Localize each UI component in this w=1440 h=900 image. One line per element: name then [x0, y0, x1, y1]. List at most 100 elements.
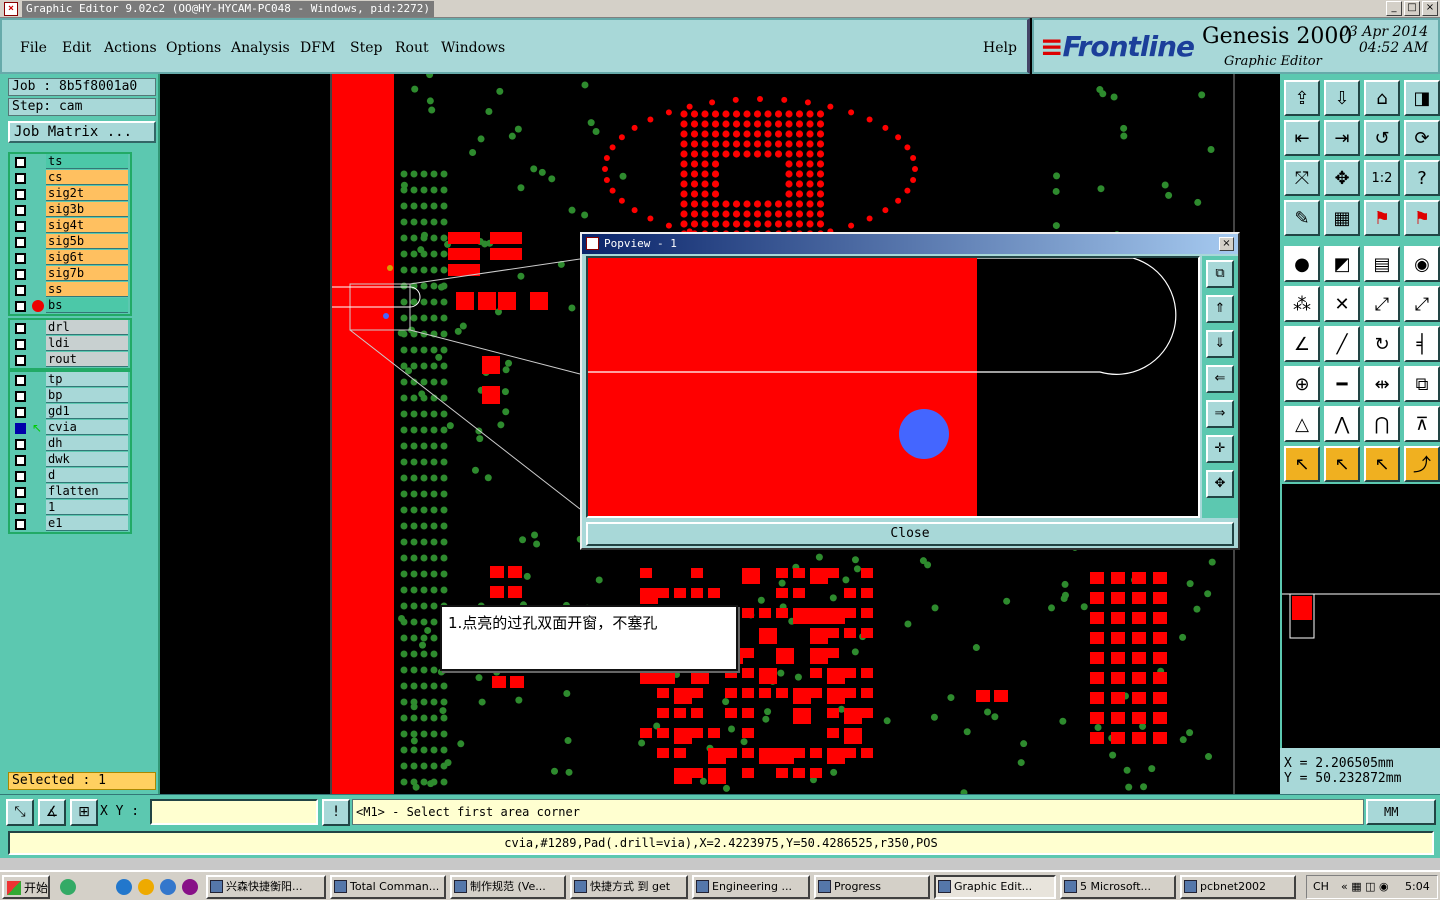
redo-icon[interactable]: ⟳	[1404, 120, 1440, 156]
edit-tool-icon[interactable]: ✎	[1284, 200, 1320, 236]
layer-name[interactable]: sig7b	[46, 266, 128, 281]
taskbar-task[interactable]: 快捷方式 到 get	[570, 875, 688, 899]
layer-row[interactable]: ldi	[10, 336, 130, 352]
zoom-extent-icon[interactable]: ⤧	[1284, 160, 1320, 196]
layer-checkbox[interactable]	[15, 487, 26, 498]
snap-home-icon[interactable]: ⇪	[1284, 80, 1320, 116]
layer-row[interactable]: sig2t	[10, 186, 130, 202]
layer-row[interactable]: cs	[10, 170, 130, 186]
layer-row[interactable]: ts	[10, 154, 130, 170]
popview-canvas[interactable]	[586, 256, 1200, 518]
clock-icon[interactable]	[138, 879, 154, 895]
popview-pan-left-icon[interactable]: ⇐	[1206, 365, 1234, 393]
ime-indicator[interactable]: CH	[1313, 876, 1329, 898]
layer-checkbox[interactable]	[15, 407, 26, 418]
layer-flag-alt-icon[interactable]: ⚑	[1404, 200, 1440, 236]
layer-row[interactable]: gd1	[10, 404, 130, 420]
line-icon[interactable]: ╱	[1324, 326, 1360, 362]
layer-checkbox[interactable]	[15, 173, 26, 184]
layer-name[interactable]: dh	[46, 436, 128, 451]
layer-name[interactable]: sig2t	[46, 186, 128, 201]
layer-name[interactable]: drl	[46, 320, 128, 335]
close-button[interactable]: ×	[1422, 1, 1438, 16]
layer-row[interactable]: rout	[10, 352, 130, 368]
layer-row[interactable]: sig6t	[10, 250, 130, 266]
menu-help[interactable]: Help	[983, 40, 1017, 56]
scale-icon[interactable]: 1:2	[1364, 160, 1400, 196]
select-net-icon[interactable]: ⤴	[1404, 446, 1440, 482]
layer-name[interactable]: ldi	[46, 336, 128, 351]
pad-icon[interactable]: ●	[1284, 246, 1320, 282]
layer-checkbox[interactable]	[15, 503, 26, 514]
popview-zoom-in-icon[interactable]: ✛	[1206, 435, 1234, 463]
layer-row[interactable]: sig3b	[10, 202, 130, 218]
delete-icon[interactable]: ✕	[1324, 286, 1360, 322]
snap-down-icon[interactable]: ⇩	[1324, 80, 1360, 116]
grid-icon[interactable]: ⊞	[70, 799, 98, 826]
ruler-icon[interactable]: ▤	[1364, 246, 1400, 282]
zoom-area-icon[interactable]: ⤡	[6, 799, 34, 826]
layer-row[interactable]: ss	[10, 282, 130, 298]
layer-name[interactable]: bp	[46, 388, 128, 403]
layer-name[interactable]: flatten	[46, 484, 128, 499]
distance-icon[interactable]: ⇹	[1364, 366, 1400, 402]
taskbar-task[interactable]: pcbnet2002	[1180, 875, 1296, 899]
copy-icon[interactable]: ⧉	[1404, 366, 1440, 402]
pan-left-icon[interactable]: ⇤	[1284, 120, 1320, 156]
layer-flag-icon[interactable]: ⚑	[1364, 200, 1400, 236]
arc-icon[interactable]: ↻	[1364, 326, 1400, 362]
layer-checkbox[interactable]	[15, 269, 26, 280]
layer-row[interactable]: d	[10, 468, 130, 484]
layer-checkbox[interactable]	[15, 253, 26, 264]
layer-checkbox[interactable]	[15, 323, 26, 334]
globe-icon[interactable]	[60, 879, 76, 895]
start-button[interactable]: 开始	[2, 875, 50, 899]
layer-checkbox[interactable]	[15, 355, 26, 366]
layer-name[interactable]: sig3b	[46, 202, 128, 217]
taskbar-task[interactable]: 兴森快捷衡阳...	[206, 875, 326, 899]
popview-pan-up-icon[interactable]: ⇑	[1206, 295, 1234, 323]
grid-toggle-icon[interactable]: ▦	[1324, 200, 1360, 236]
popview-pan-right-icon[interactable]: ⇒	[1206, 400, 1234, 428]
layer-name[interactable]: ss	[46, 282, 128, 297]
layer-checkbox[interactable]	[15, 455, 26, 466]
layer-checkbox[interactable]	[15, 301, 26, 312]
layer-row[interactable]: dh	[10, 436, 130, 452]
layer-row[interactable]: drl	[10, 320, 130, 336]
layer-name[interactable]: bs	[46, 298, 128, 313]
job-matrix-button[interactable]: Job Matrix ...	[8, 121, 156, 143]
layer-checkbox[interactable]	[15, 375, 26, 386]
select-box-icon[interactable]: ↖	[1324, 446, 1360, 482]
help-icon[interactable]: ?	[1404, 160, 1440, 196]
highlighted-via[interactable]	[899, 409, 949, 459]
move-icon[interactable]: ✥	[1324, 160, 1360, 196]
layer-name[interactable]: e1	[46, 516, 128, 531]
x-icon[interactable]	[182, 879, 198, 895]
ie-icon[interactable]	[116, 879, 132, 895]
units-selector[interactable]: MM	[1366, 799, 1436, 825]
layer-name[interactable]: d	[46, 468, 128, 483]
select-poly-icon[interactable]: ↖	[1364, 446, 1400, 482]
panel-icon[interactable]: ◨	[1404, 80, 1440, 116]
layer-row[interactable]: ↖ cvia	[10, 420, 130, 436]
select-icon[interactable]: ↖	[1284, 446, 1320, 482]
align-icon[interactable]: ╡	[1404, 326, 1440, 362]
popview-close-icon[interactable]: ×	[1219, 237, 1234, 251]
popview-close-button[interactable]: Close	[586, 522, 1234, 546]
measure-p2p-icon[interactable]: ⤢	[1364, 286, 1400, 322]
layer-name[interactable]: cs	[46, 170, 128, 185]
menu-file[interactable]: File	[20, 40, 47, 56]
layer-name[interactable]: rout	[46, 352, 128, 367]
add-feature-icon[interactable]: ⊕	[1284, 366, 1320, 402]
alert-icon[interactable]: !	[322, 799, 350, 826]
layer-checkbox[interactable]	[15, 391, 26, 402]
layer-name[interactable]: ts	[46, 154, 128, 169]
measure-alt-icon[interactable]: ⤢	[1404, 286, 1440, 322]
layer-checkbox[interactable]	[15, 157, 26, 168]
layer-checkbox[interactable]	[15, 471, 26, 482]
layer-row[interactable]: sig5b	[10, 234, 130, 250]
layer-checkbox[interactable]	[15, 439, 26, 450]
layer-checkbox[interactable]	[15, 423, 26, 434]
layer-checkbox[interactable]	[15, 285, 26, 296]
trapezoid-icon[interactable]: ⊼	[1404, 406, 1440, 442]
